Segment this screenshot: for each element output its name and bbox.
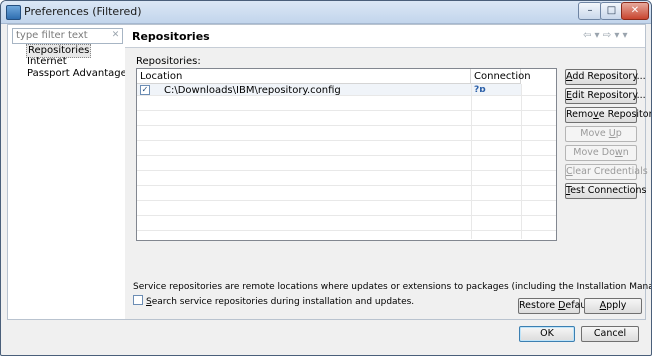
- page-title: Repositories: [132, 30, 210, 43]
- restore-defaults-button[interactable]: Restore Defaults: [518, 298, 598, 314]
- column-header-location[interactable]: Location: [137, 69, 471, 84]
- column-header-connection[interactable]: Connection: [471, 69, 531, 84]
- app-icon: [6, 5, 21, 20]
- service-repositories-description: Service repositories are remote location…: [133, 282, 651, 292]
- row-divider: [137, 95, 556, 96]
- remove-repository-button[interactable]: Remove Repository: [565, 107, 651, 123]
- repository-enabled-checkbox[interactable]: ✓: [140, 85, 150, 95]
- row-divider: [137, 140, 556, 141]
- preferences-tree-panel: type filter text ✕ Repositories Internet…: [7, 24, 127, 320]
- connection-status-icon: ?ɒ: [474, 85, 486, 95]
- move-down-button[interactable]: Move Down: [565, 145, 637, 161]
- row-divider: [137, 170, 556, 171]
- title-bar[interactable]: Preferences (Filtered) – □ ✕: [1, 1, 651, 24]
- search-service-repositories-option[interactable]: Search service repositories during insta…: [133, 295, 414, 308]
- tree-item-passport-advantage[interactable]: Passport Advantage: [27, 68, 127, 80]
- move-up-button[interactable]: Move Up: [565, 126, 637, 142]
- window-title: Preferences (Filtered): [24, 5, 142, 18]
- add-repository-button[interactable]: Add Repository...: [565, 69, 646, 85]
- cancel-button[interactable]: Cancel: [581, 326, 639, 342]
- row-divider: [137, 230, 556, 231]
- close-button[interactable]: ✕: [621, 2, 649, 20]
- preference-page: Repositories ⇦ ▾ ⇨ ▾ ▾ Repositories: Loc…: [125, 24, 651, 320]
- clear-filter-icon[interactable]: ✕: [111, 31, 120, 40]
- test-connections-button[interactable]: Test Connections: [565, 183, 646, 199]
- row-divider: [137, 110, 556, 111]
- search-service-repositories-label: Search service repositories during insta…: [146, 297, 415, 307]
- history-navigation-icon[interactable]: ⇦ ▾ ⇨ ▾ ▾: [583, 30, 643, 42]
- row-divider: [137, 125, 556, 126]
- repositories-label: Repositories:: [136, 56, 201, 67]
- repositories-table[interactable]: Location Connection ✓ C:\Downloads\IBM\r…: [136, 68, 557, 241]
- edit-repository-button[interactable]: Edit Repository...: [565, 88, 646, 104]
- row-divider: [137, 155, 556, 156]
- row-divider: [137, 200, 556, 201]
- page-content: Repositories: Location Connection ✓ C:\D…: [125, 48, 651, 319]
- maximize-button[interactable]: □: [600, 2, 623, 20]
- row-divider: [137, 185, 556, 186]
- minimize-button[interactable]: –: [578, 2, 602, 20]
- filter-placeholder: type filter text: [16, 30, 88, 41]
- tree-item-internet[interactable]: Internet: [27, 56, 67, 68]
- apply-button[interactable]: Apply: [584, 298, 642, 314]
- row-divider: [137, 215, 556, 216]
- ok-button[interactable]: OK: [519, 326, 575, 342]
- clear-credentials-button[interactable]: Clear Credentials: [565, 164, 648, 180]
- preferences-window: Preferences (Filtered) – □ ✕ type filter…: [0, 0, 652, 356]
- filter-input[interactable]: type filter text ✕: [12, 28, 123, 44]
- search-service-repositories-checkbox[interactable]: [133, 295, 143, 305]
